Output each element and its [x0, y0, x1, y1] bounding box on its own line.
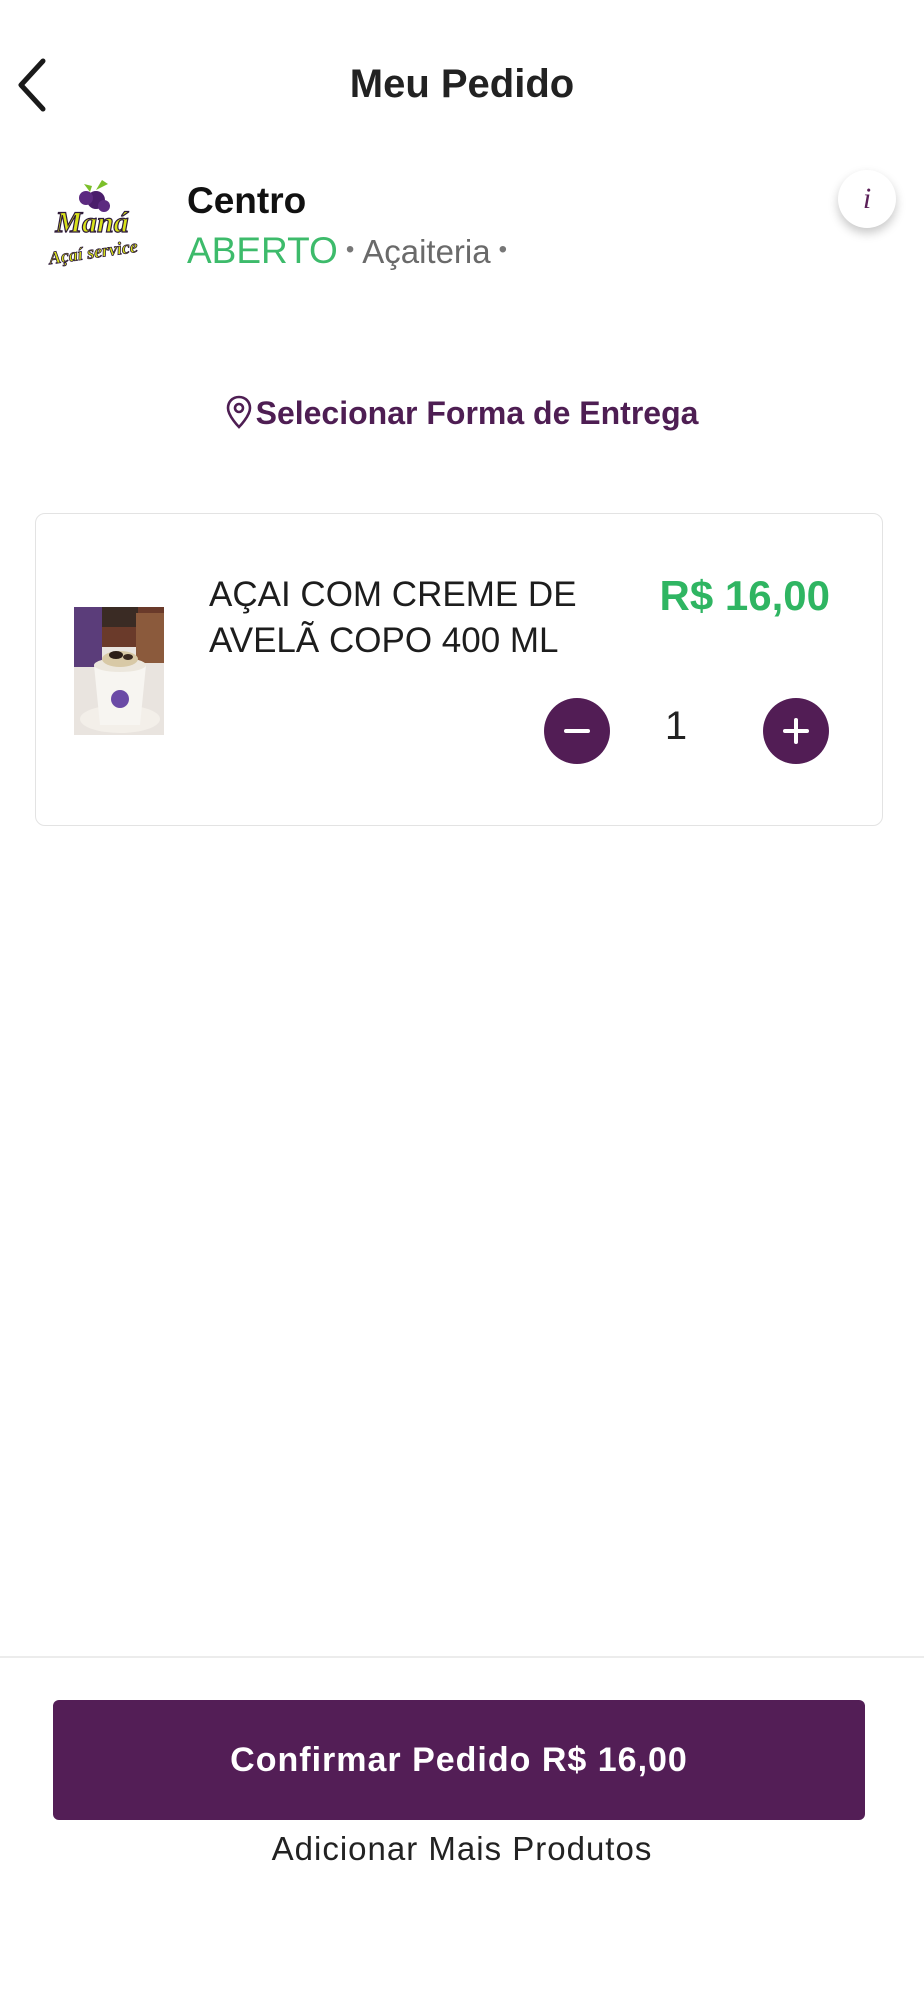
select-delivery-method[interactable]: Selecionar Forma de Entrega [0, 395, 924, 432]
add-more-products-link[interactable]: Adicionar Mais Produtos [0, 1830, 924, 1868]
store-header: Maná Açaí service Centro ABERTO • Açaiteri… [0, 170, 924, 290]
logo-text-primary: Maná [54, 206, 129, 239]
store-info-button[interactable]: i [838, 170, 896, 228]
footer-divider [0, 1656, 924, 1658]
minus-icon [564, 729, 590, 733]
plus-icon [783, 718, 809, 744]
store-name: Centro [187, 180, 307, 221]
delivery-label: Selecionar Forma de Entrega [255, 395, 699, 431]
page-title: Meu Pedido [349, 62, 575, 106]
logo-text-secondary: Açaí service [46, 236, 138, 268]
cart-item-card: AÇAI COM CREME DE AVELÃ COPO 400 ML R$ 1… [35, 513, 883, 826]
store-meta: ABERTO • Açaiteria • [187, 230, 515, 272]
product-price: R$ 16,00 [659, 572, 830, 619]
store-category: Açaiteria [362, 233, 491, 270]
quantity-value: 1 [664, 704, 688, 748]
location-pin-icon [226, 395, 251, 429]
info-icon: i [862, 182, 872, 215]
store-status: ABERTO [187, 230, 338, 271]
separator-dot: • [498, 236, 508, 263]
store-logo: Maná Açaí service [38, 178, 146, 278]
decrease-quantity-button[interactable] [544, 698, 610, 764]
product-name: AÇAI COM CREME DE AVELÃ COPO 400 ML [209, 575, 577, 660]
confirm-order-label: Confirmar Pedido R$ 16,00 [230, 1740, 688, 1779]
confirm-order-button[interactable]: Confirmar Pedido R$ 16,00 [53, 1700, 865, 1820]
separator-dot: • [345, 236, 355, 263]
top-bar: Meu Pedido [0, 0, 924, 170]
increase-quantity-button[interactable] [763, 698, 829, 764]
product-image [74, 607, 164, 735]
